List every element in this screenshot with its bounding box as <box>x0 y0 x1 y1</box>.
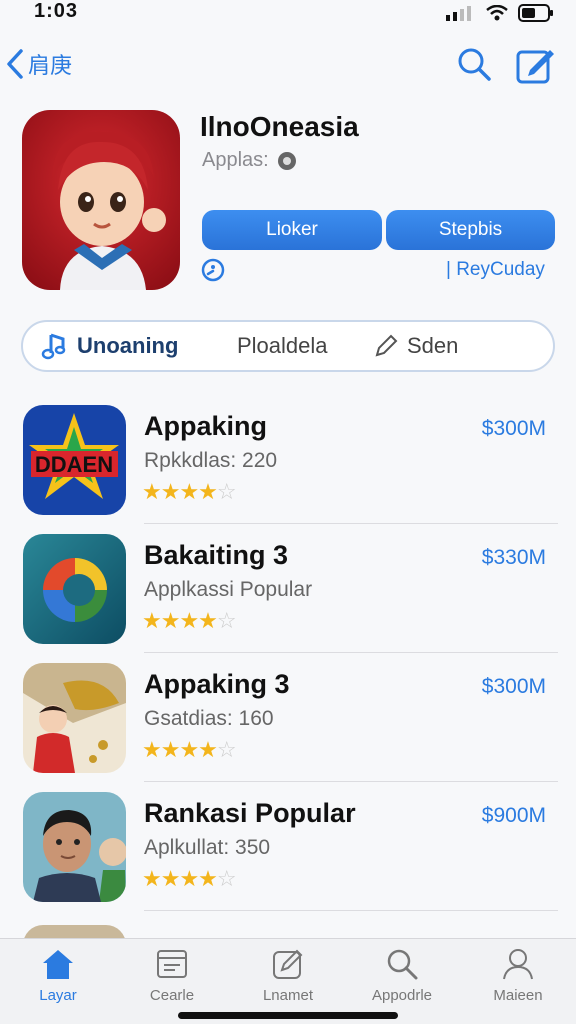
item-subtitle: Gsatdias: 160 <box>144 707 274 730</box>
list-item[interactable]: Appaking 3 Gsatdias: 160 ★★★★☆ $300M <box>0 653 576 782</box>
globe-icon <box>277 151 296 170</box>
star-rating: ★★★★☆ <box>142 608 237 634</box>
item-price[interactable]: $900M <box>482 804 546 828</box>
app-thumbnail <box>23 534 126 644</box>
app-title: IlnoOneasia <box>200 111 359 142</box>
item-subtitle: Rpkkdlas: 220 <box>144 449 278 472</box>
compose-icon[interactable] <box>516 46 556 84</box>
item-title: Rankasi Popular <box>144 798 356 828</box>
segment-label: Ploaldela <box>237 333 328 358</box>
edit-icon <box>273 949 303 979</box>
item-subtitle: Aplkullat: 350 <box>144 836 271 859</box>
star-rating: ★★★★☆ <box>142 479 237 505</box>
thumbnail-text: DDAEN <box>35 452 113 477</box>
item-price[interactable]: $330M <box>482 546 546 570</box>
person-icon <box>503 949 533 980</box>
segmented-control: Unoaning Ploaldela Sden <box>21 320 555 372</box>
item-subtitle: Applkassi Popular <box>144 578 313 601</box>
status-time: 1:03 <box>34 0 79 22</box>
list-item[interactable]: Rankasi Popular Aplkullat: 350 ★★★★☆ $90… <box>0 782 576 911</box>
app-header: IlnoOneasia Applas: Lioker Stepbis | Rey… <box>0 105 576 295</box>
wifi-icon <box>486 5 508 21</box>
star-icon: ★★★★ <box>142 479 218 504</box>
half-star-icon: ☆ <box>216 866 237 891</box>
tab-label: Maieen <box>493 987 543 1004</box>
tab-label: Cearle <box>149 987 195 1004</box>
item-title: Appaking 3 <box>144 669 290 699</box>
star-icon: ★★★★ <box>142 608 218 633</box>
home-indicator[interactable] <box>178 1012 398 1019</box>
app-thumbnail <box>23 792 126 902</box>
search-icon[interactable] <box>456 46 492 82</box>
pencil-icon <box>375 334 398 357</box>
item-title: Appaking <box>144 411 268 441</box>
status-icons <box>446 4 554 22</box>
app-icon <box>22 110 180 290</box>
browser-icon <box>157 950 187 978</box>
nav-bar: 肩庚 <box>0 40 576 90</box>
half-star-icon: ☆ <box>216 737 237 762</box>
list-item[interactable]: Bakaiting 3 Applkassi Popular ★★★★☆ $330… <box>0 524 576 653</box>
tab-appodrle[interactable]: Appodrle <box>352 947 452 1004</box>
segment-unoaning[interactable]: Unoaning <box>41 322 178 370</box>
segment-sden[interactable]: Sden <box>373 322 458 370</box>
tab-cearle[interactable]: Cearle <box>122 947 222 1004</box>
secondary-button[interactable]: Stepbis <box>386 210 555 250</box>
tab-label: Appodrle <box>371 987 433 1004</box>
battery-icon <box>518 4 553 22</box>
segment-ploaldela[interactable]: Ploaldela <box>237 322 328 370</box>
item-price[interactable]: $300M <box>482 675 546 699</box>
list-item[interactable]: DDAEN Appaking Rpkkdlas: 220 ★★★★☆ $300M <box>0 395 576 524</box>
app-subtitle-text: Applas: <box>202 149 269 171</box>
tab-lnamet[interactable]: Lnamet <box>238 947 338 1004</box>
item-price[interactable]: $300M <box>482 417 546 441</box>
chevron-left-icon <box>7 49 23 79</box>
half-star-icon: ☆ <box>216 479 237 504</box>
app-thumbnail: DDAEN <box>23 405 126 515</box>
star-icon: ★★★★ <box>142 866 218 891</box>
star-rating: ★★★★☆ <box>142 866 237 892</box>
back-button[interactable]: 肩庚 <box>6 48 72 80</box>
back-label: 肩庚 <box>28 53 73 78</box>
secondary-link[interactable]: | ReyCuday <box>446 259 545 281</box>
segment-label: Sden <box>407 333 459 358</box>
app-thumbnail <box>23 663 126 773</box>
star-icon: ★★★★ <box>142 737 218 762</box>
tab-layar[interactable]: Layar <box>8 947 108 1004</box>
house-icon <box>43 950 73 979</box>
segment-label: Unoaning <box>77 333 179 358</box>
status-bar: 1:03 <box>0 0 576 30</box>
item-title: Bakaiting 3 <box>144 540 289 570</box>
tab-label: Layar <box>39 987 77 1004</box>
music-note-icon <box>41 333 66 360</box>
primary-button[interactable]: Lioker <box>202 210 382 250</box>
info-icon[interactable] <box>200 257 226 283</box>
tab-label: Lnamet <box>262 987 314 1004</box>
tab-maieen[interactable]: Maieen <box>468 947 568 1004</box>
star-rating: ★★★★☆ <box>142 737 237 763</box>
signal-icon <box>446 6 471 21</box>
search-icon <box>387 949 418 980</box>
app-subtitle: Applas: <box>202 149 297 172</box>
list-item-partial[interactable] <box>0 911 576 941</box>
half-star-icon: ☆ <box>216 608 237 633</box>
